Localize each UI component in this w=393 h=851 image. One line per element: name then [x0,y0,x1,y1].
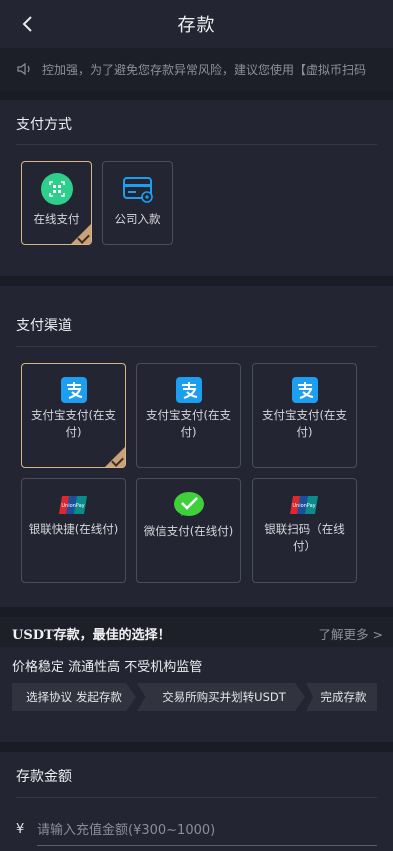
payment-method-title: 支付方式 [16,117,72,133]
channel-title: 支付渠道 [16,318,72,334]
channel-label: 银联快捷(在线付) [28,522,119,536]
section-gap [0,90,393,100]
amount-title: 存款金额 [16,769,72,785]
usdt-features: 价格稳定 流通性高 不受机构监管 [12,660,203,675]
payment-method-company[interactable]: 公司入款 [102,161,173,245]
card-gear-icon [122,177,153,203]
channel-wechat[interactable]: 微信支付(在线付) [136,478,241,583]
chevron-left-icon [22,16,32,32]
speaker-icon [17,62,30,76]
section-gap [0,276,393,286]
alipay-icon [60,377,87,403]
divider [16,346,377,347]
notice-bar: 控加强，为了避免您存款异常风险，建议您使用【虚拟币扫码 [0,48,393,90]
section-gap [0,607,393,617]
alipay-icon [175,377,202,403]
back-button[interactable] [14,10,42,38]
channel-label: 支付宝支付(在支付) [31,408,116,439]
unionpay-icon: UnionPay [58,496,87,514]
divider [16,797,377,798]
alipay-icon [291,377,318,403]
channel-label: 银联扫码（在线付） [264,522,345,553]
svg-text:UnionPay: UnionPay [292,503,315,509]
channel-label: 微信支付(在线付) [143,524,234,538]
usdt-step-label: 选择协议 发起存款 [26,690,122,704]
usdt-step-label: 交易所购买并划转USDT [162,690,286,704]
channel-alipay-3[interactable]: 支付宝支付(在支付) [252,363,357,468]
usdt-step-label: 完成存款 [320,690,367,704]
unionpay-icon: UnionPay [289,496,318,514]
channel-label: 支付宝支付(在支付) [262,408,347,439]
qr-scan-icon [40,173,73,205]
amount-input[interactable] [37,815,377,846]
channel-alipay-1[interactable]: 支付宝支付(在支付) [21,363,126,468]
learn-more-link[interactable]: 了解更多 > [319,624,383,643]
divider [16,144,377,145]
section-gap [0,742,393,752]
channel-unionpay-scan[interactable]: UnionPay 银联扫码（在线付） [252,478,357,583]
currency-symbol: ¥ [16,822,25,837]
channel-alipay-2[interactable]: 支付宝支付(在支付) [136,363,241,468]
usdt-step-3: 完成存款 [306,683,377,711]
channel-unionpay-quick[interactable]: UnionPay 银联快捷(在线付) [21,478,126,583]
payment-method-online[interactable]: 在线支付 [21,161,92,245]
channel-label: 支付宝支付(在支付) [146,408,231,439]
usdt-step-1: 选择协议 发起存款 [12,683,136,711]
wechat-pay-icon [173,492,204,516]
usdt-step-2: 交易所购买并划转USDT [137,683,305,711]
usdt-title: USDT存款，最佳的选择！ [12,628,171,643]
svg-text:UnionPay: UnionPay [61,503,84,509]
notice-text: 控加强，为了避免您存款异常风险，建议您使用【虚拟币扫码 [42,62,367,77]
payment-method-label: 公司入款 [114,212,161,226]
header-bar: 存款 [0,0,393,48]
page-title: 存款 [177,15,216,36]
